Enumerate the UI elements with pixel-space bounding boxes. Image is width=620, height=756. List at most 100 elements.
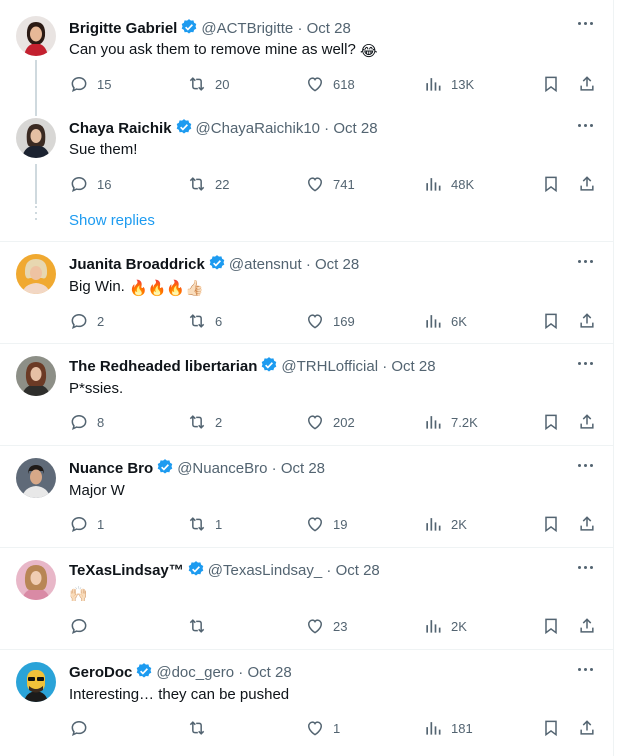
repost-icon — [189, 415, 205, 429]
avatar[interactable] — [16, 16, 56, 56]
share-button[interactable] — [577, 174, 597, 194]
author-handle[interactable]: @atensnut — [229, 256, 302, 273]
avatar[interactable] — [16, 560, 56, 600]
tweet-date[interactable]: Oct 28 — [247, 664, 291, 681]
repost-icon — [189, 721, 205, 735]
tweet[interactable]: Nuance Bro @NuanceBro · Oct 28 Major W 1 … — [0, 446, 614, 547]
verified-badge-icon — [176, 119, 191, 134]
author-handle[interactable]: @doc_gero — [156, 664, 234, 681]
reply-button[interactable]: 2 — [69, 311, 104, 331]
more-options-icon[interactable] — [578, 260, 596, 268]
views-button[interactable]: 2K — [423, 514, 467, 534]
reply-button[interactable]: 16 — [69, 174, 111, 194]
more-options-icon[interactable] — [578, 668, 596, 676]
like-button[interactable]: 19 — [305, 514, 347, 534]
like-button[interactable]: 1 — [305, 718, 340, 738]
tweet-text: Sue them! — [69, 141, 138, 158]
share-button[interactable] — [577, 311, 597, 331]
tweet-date[interactable]: Oct 28 — [333, 120, 377, 137]
tweet[interactable]: Chaya Raichik @ChayaRaichik10 · Oct 28 Su… — [0, 104, 614, 204]
reply-icon — [71, 176, 87, 193]
views-button[interactable]: 48K — [423, 174, 474, 194]
author-name[interactable]: Chaya Raichik — [69, 120, 172, 137]
tweet-date[interactable]: Oct 28 — [391, 358, 435, 375]
more-options-icon[interactable] — [578, 566, 596, 574]
tweet-date[interactable]: Oct 28 — [315, 256, 359, 273]
reply-button[interactable] — [69, 718, 97, 738]
author-handle[interactable]: @ChayaRaichik10 — [196, 120, 320, 137]
repost-button[interactable]: 6 — [187, 311, 222, 331]
reply-button[interactable]: 15 — [69, 74, 111, 94]
share-button[interactable] — [577, 412, 597, 432]
views-button[interactable]: 7.2K — [423, 412, 478, 432]
tweet-text: Major W — [69, 482, 125, 499]
tweet-date[interactable]: Oct 28 — [307, 20, 351, 37]
share-button[interactable] — [577, 74, 597, 94]
tweet[interactable]: Brigitte Gabriel @ACTBrigitte · Oct 28 Ca… — [0, 0, 614, 112]
like-button[interactable]: 618 — [305, 74, 355, 94]
like-button[interactable]: 202 — [305, 412, 355, 432]
share-icon — [580, 618, 594, 633]
repost-icon — [189, 314, 205, 328]
reply-icon — [71, 516, 87, 533]
views-icon — [426, 78, 441, 91]
share-button[interactable] — [577, 718, 597, 738]
author-handle[interactable]: @TRHLofficial — [281, 358, 378, 375]
avatar[interactable] — [16, 458, 56, 498]
tweet[interactable]: Juanita Broaddrick @atensnut · Oct 28 Big… — [0, 242, 614, 343]
show-replies-link[interactable]: Show replies — [69, 212, 155, 229]
author-name[interactable]: Nuance Bro — [69, 460, 153, 477]
more-options-icon[interactable] — [578, 124, 596, 132]
bookmark-button[interactable] — [541, 718, 561, 738]
bookmark-button[interactable] — [541, 311, 561, 331]
reply-button[interactable]: 8 — [69, 412, 104, 432]
repost-button[interactable]: 20 — [187, 74, 229, 94]
bookmark-button[interactable] — [541, 616, 561, 636]
bookmark-button[interactable] — [541, 74, 561, 94]
views-button[interactable]: 6K — [423, 311, 467, 331]
avatar[interactable] — [16, 254, 56, 294]
tweet-date[interactable]: Oct 28 — [281, 460, 325, 477]
share-icon — [580, 516, 594, 531]
views-button[interactable]: 2K — [423, 616, 467, 636]
tweet[interactable]: GeroDoc @doc_gero · Oct 28 Interesting… t… — [0, 650, 614, 756]
views-icon — [426, 178, 441, 191]
more-options-icon[interactable] — [578, 464, 596, 472]
avatar[interactable] — [16, 662, 56, 702]
repost-button[interactable]: 1 — [187, 514, 222, 534]
tweet[interactable]: The Redheaded libertarian @TRHLofficial ·… — [0, 344, 614, 445]
bookmark-icon — [545, 720, 557, 737]
tweet[interactable]: TeXasLindsay™ @TexasLindsay_ · Oct 28 🙌🏻 … — [0, 548, 614, 649]
bookmark-button[interactable] — [541, 514, 561, 534]
tweet-text: Can you ask them to remove mine as well?… — [69, 41, 378, 60]
more-options-icon[interactable] — [578, 22, 596, 30]
repost-button[interactable] — [187, 718, 215, 738]
author-handle[interactable]: @ACTBrigitte — [201, 20, 293, 37]
like-button[interactable]: 741 — [305, 174, 355, 194]
views-button[interactable]: 13K — [423, 74, 474, 94]
share-button[interactable] — [577, 616, 597, 636]
tweet-date[interactable]: Oct 28 — [336, 562, 380, 579]
author-name[interactable]: TeXasLindsay™ — [69, 562, 184, 579]
author-handle[interactable]: @TexasLindsay_ — [208, 562, 322, 579]
like-button[interactable]: 23 — [305, 616, 347, 636]
more-options-icon[interactable] — [578, 362, 596, 370]
reply-button[interactable] — [69, 616, 97, 636]
bookmark-button[interactable] — [541, 412, 561, 432]
author-name[interactable]: The Redheaded libertarian — [69, 358, 257, 375]
avatar[interactable] — [16, 118, 56, 158]
repost-button[interactable]: 2 — [187, 412, 222, 432]
avatar[interactable] — [16, 356, 56, 396]
share-button[interactable] — [577, 514, 597, 534]
author-handle[interactable]: @NuanceBro — [177, 460, 267, 477]
author-name[interactable]: Juanita Broaddrick — [69, 256, 205, 273]
author-name[interactable]: Brigitte Gabriel — [69, 20, 177, 37]
views-button[interactable]: 181 — [423, 718, 473, 738]
reply-button[interactable]: 1 — [69, 514, 104, 534]
bookmark-icon — [545, 618, 557, 635]
repost-button[interactable]: 22 — [187, 174, 229, 194]
bookmark-button[interactable] — [541, 174, 561, 194]
like-button[interactable]: 169 — [305, 311, 355, 331]
repost-button[interactable] — [187, 616, 215, 636]
author-name[interactable]: GeroDoc — [69, 664, 132, 681]
